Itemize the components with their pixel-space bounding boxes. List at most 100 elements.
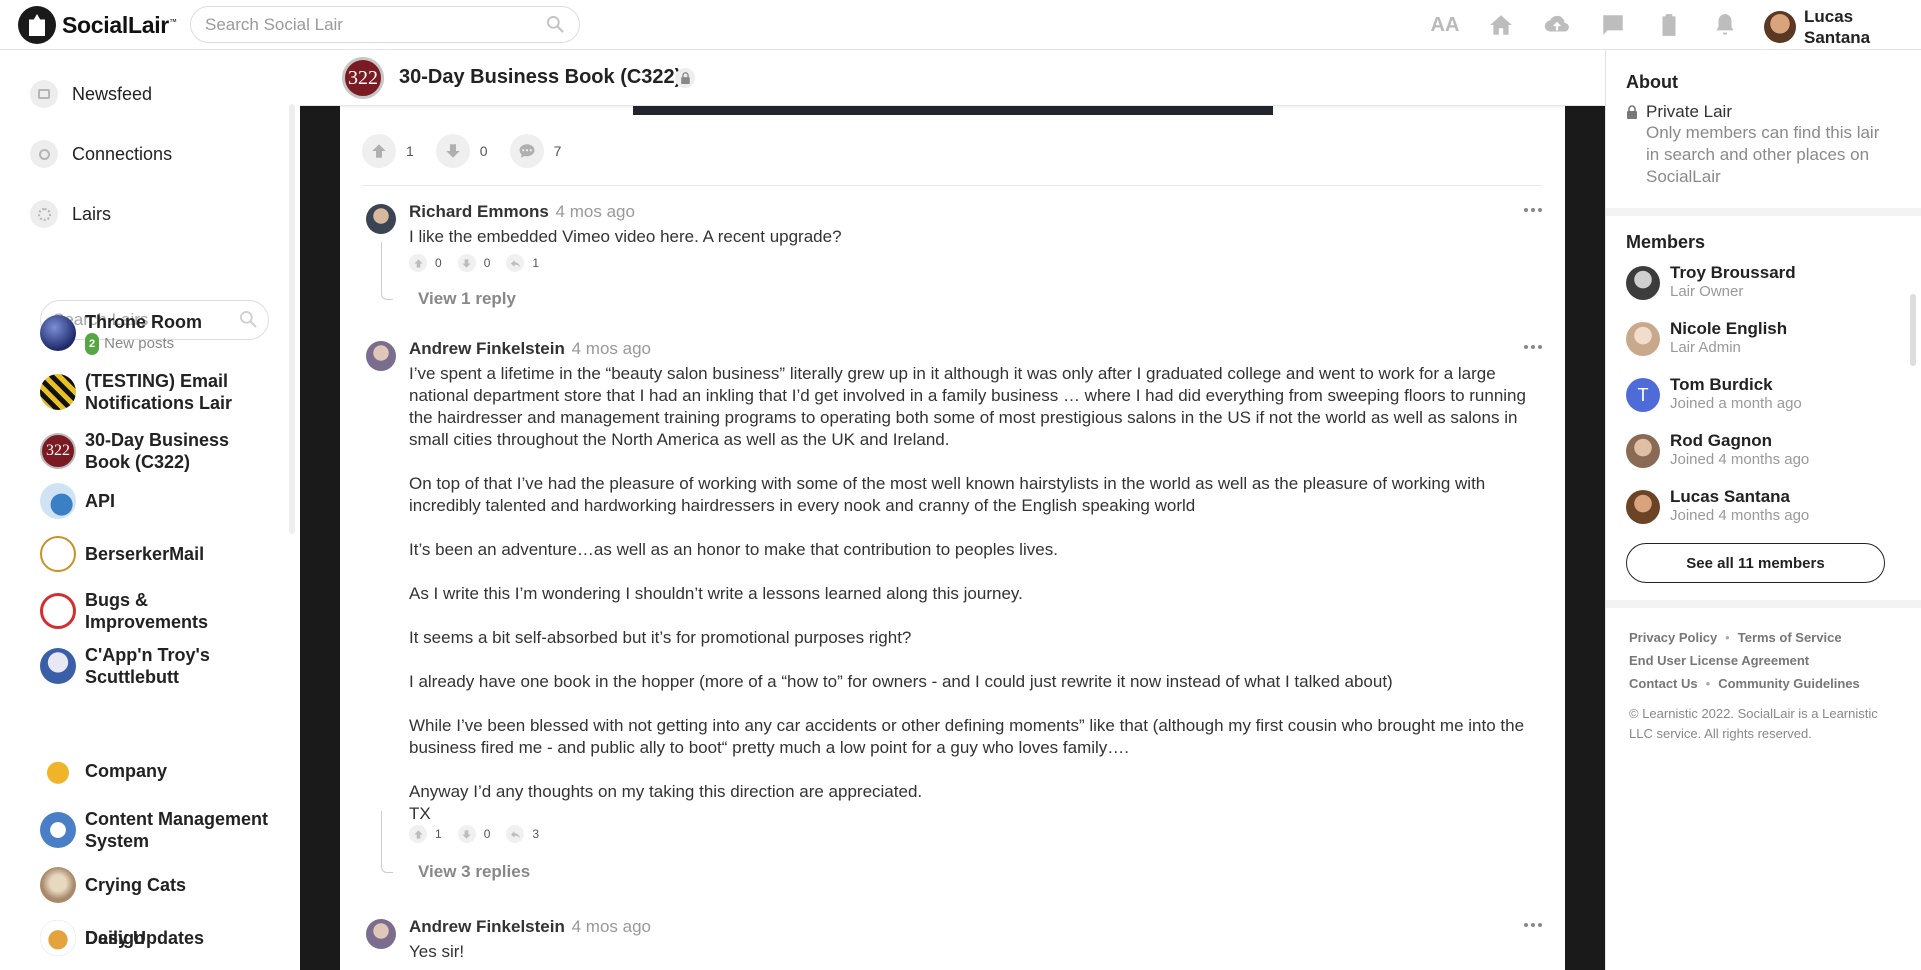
comment: Andrew Finkelstein 4 mos ago I’ve spent …	[362, 339, 1542, 889]
comment-author[interactable]: Andrew Finkelstein	[409, 339, 565, 358]
downvote-icon	[457, 254, 476, 272]
more-options-icon[interactable]	[1524, 208, 1542, 214]
comment-paragraph: It seems a bit self-absorbed but it’s fo…	[409, 628, 912, 647]
lair-item[interactable]: Content Management System	[40, 808, 275, 852]
member-avatar: T	[1626, 378, 1660, 412]
lair-title[interactable]: 30-Day Business Book (C322)	[399, 66, 681, 89]
nav-connections[interactable]: Connections	[30, 140, 172, 168]
contact-link[interactable]: Contact Us	[1629, 676, 1698, 691]
upvote-action[interactable]: 1	[362, 134, 414, 168]
search-input[interactable]	[190, 6, 580, 43]
commenter-avatar[interactable]	[366, 341, 396, 371]
lair-item[interactable]: Throne Room 2 New posts	[40, 311, 275, 355]
text-size-icon[interactable]: AA	[1430, 10, 1460, 40]
lair-item[interactable]: 322 30-Day Business Book (C322)	[40, 429, 275, 473]
connections-icon	[30, 140, 58, 168]
sidebar-scrollbar[interactable]	[289, 104, 295, 534]
member-item[interactable]: Lucas Santana Joined 4 months ago	[1626, 486, 1809, 525]
nav-label: Newsfeed	[72, 83, 153, 104]
comment-paragraph: While I’ve been blessed with not getting…	[409, 716, 1525, 757]
community-guidelines-link[interactable]: Community Guidelines	[1718, 676, 1860, 691]
castle-logo-icon	[18, 6, 56, 44]
comment-author[interactable]: Andrew Finkelstein	[409, 917, 565, 936]
lair-item[interactable]: Bugs & Improvements	[40, 589, 275, 633]
member-name: Troy Broussard	[1670, 263, 1796, 282]
lair-avatar	[40, 867, 76, 903]
more-options-icon[interactable]	[1524, 923, 1542, 929]
comment-downvote[interactable]: 0	[457, 825, 491, 843]
eula-link[interactable]: End User License Agreement	[1629, 653, 1809, 668]
lair-name: Company	[85, 761, 168, 781]
comment-paragraph: Anyway I’d any thoughts on my taking thi…	[409, 782, 923, 823]
more-options-icon[interactable]	[1524, 345, 1542, 351]
member-avatar	[1626, 490, 1660, 524]
left-sidebar: Newsfeed Connections Lairs Throne Room 2…	[0, 50, 300, 970]
app-name: SocialLair	[62, 11, 169, 38]
user-menu[interactable]: Lucas Santana	[1764, 6, 1894, 48]
comment-time: 4 mos ago	[571, 339, 651, 358]
upvote-icon[interactable]	[362, 134, 396, 168]
lair-item[interactable]: Design	[40, 920, 275, 956]
comment-reply[interactable]: 3	[506, 825, 539, 843]
view-replies-link[interactable]: View 1 reply	[418, 289, 516, 309]
privacy-policy-link[interactable]: Privacy Policy	[1629, 630, 1717, 645]
comment-paragraph: Yes sir!	[409, 942, 465, 961]
section-divider	[1606, 600, 1921, 608]
home-icon[interactable]	[1486, 10, 1516, 40]
see-all-members-button[interactable]: See all 11 members	[1626, 543, 1885, 583]
comment-author[interactable]: Richard Emmons	[409, 202, 549, 221]
comment-reply[interactable]: 1	[506, 254, 539, 272]
upvote-count: 0	[435, 256, 442, 270]
commenter-avatar[interactable]	[366, 204, 396, 234]
bell-icon[interactable]	[1710, 10, 1740, 40]
commenter-avatar[interactable]	[366, 919, 396, 949]
lair-header: 322 30-Day Business Book (C322)	[300, 50, 1605, 106]
member-item[interactable]: Rod Gagnon Joined 4 months ago	[1626, 430, 1809, 469]
comment-actions: 0 0 1	[409, 254, 539, 272]
clipboard-icon[interactable]	[1654, 10, 1684, 40]
lair-avatar	[40, 648, 76, 684]
view-replies-link[interactable]: View 3 replies	[418, 862, 530, 882]
nav-newsfeed[interactable]: Newsfeed	[30, 80, 152, 108]
lair-sub-label: New posts	[104, 335, 175, 352]
reply-count: 3	[532, 827, 540, 841]
lair-item[interactable]: Company	[40, 753, 275, 789]
right-scrollbar[interactable]	[1910, 294, 1916, 366]
member-avatar	[1626, 322, 1660, 356]
embedded-video[interactable]	[633, 106, 1273, 115]
comment-downvote[interactable]: 0	[457, 254, 490, 272]
member-name: Tom Burdick	[1670, 375, 1773, 394]
trademark: ™	[168, 16, 177, 26]
lair-header-avatar[interactable]: 322	[342, 57, 384, 99]
comment-upvote[interactable]: 0	[409, 254, 442, 272]
lair-avatar	[40, 374, 76, 410]
terms-link[interactable]: Terms of Service	[1738, 630, 1842, 645]
messages-icon[interactable]	[1598, 10, 1628, 40]
search-icon[interactable]	[545, 14, 565, 34]
thread-line	[381, 242, 393, 300]
lair-name: BerserkerMail	[85, 544, 205, 564]
downvote-count: 0	[483, 827, 491, 841]
nav-lairs[interactable]: Lairs	[30, 200, 111, 228]
lair-item[interactable]: API	[40, 483, 275, 519]
downvote-icon[interactable]	[435, 134, 470, 168]
comment-icon[interactable]	[509, 134, 544, 168]
lair-name: Bugs & Improvements	[85, 590, 209, 632]
cloud-upload-icon[interactable]	[1542, 10, 1572, 40]
member-role: Lair Owner	[1670, 283, 1744, 300]
reply-icon	[506, 254, 525, 272]
lair-item[interactable]: (TESTING) Email Notifications Lair	[40, 370, 275, 414]
upvote-count: 1	[406, 143, 414, 159]
member-item[interactable]: Nicole English Lair Admin	[1626, 318, 1787, 357]
comment-time: 4 mos ago	[555, 202, 635, 221]
downvote-action[interactable]: 0	[435, 134, 488, 168]
upvote-icon	[409, 825, 427, 843]
lair-item[interactable]: C'App'n Troy's Scuttlebutt	[40, 644, 275, 688]
lair-item[interactable]: Crying Cats	[40, 867, 275, 903]
member-item[interactable]: Troy Broussard Lair Owner	[1626, 262, 1796, 301]
lair-item[interactable]: BerserkerMail	[40, 536, 275, 572]
member-item[interactable]: T Tom Burdick Joined a month ago	[1626, 374, 1802, 413]
sociallair-logo[interactable]: SocialLair™	[18, 6, 177, 44]
comment-action[interactable]: 7	[509, 134, 561, 168]
comment-upvote[interactable]: 1	[409, 825, 442, 843]
